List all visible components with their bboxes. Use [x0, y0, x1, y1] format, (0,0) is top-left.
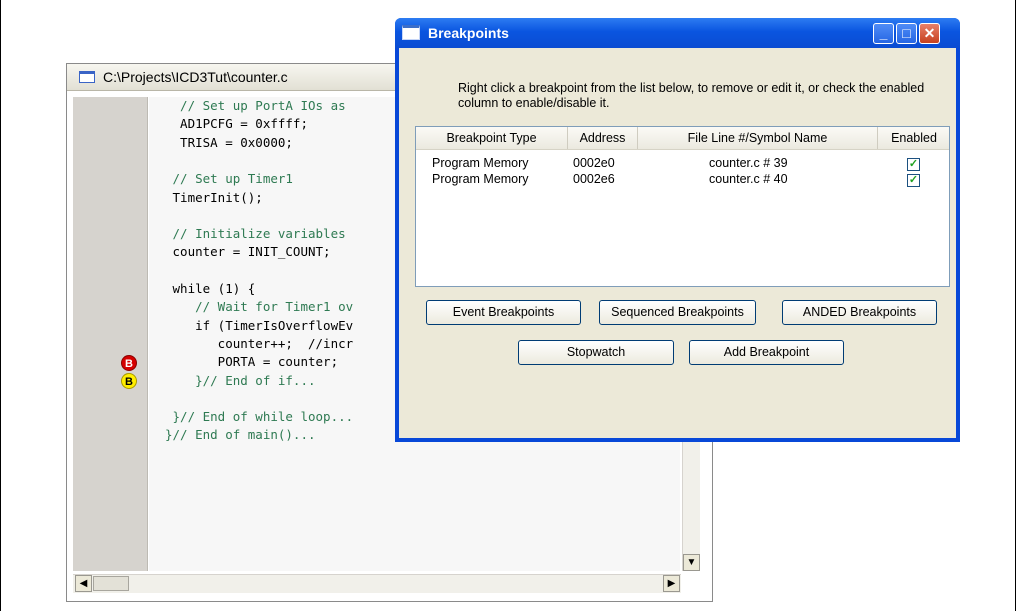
editor-title: C:\Projects\ICD3Tut\counter.c [103, 69, 288, 85]
breakpoint-list[interactable]: Breakpoint Type Address File Line #/Symb… [415, 126, 950, 287]
code-line: // Initialize variables [165, 226, 346, 242]
table-row[interactable]: Program Memory 0002e0 counter.c # 39 ✓ [416, 155, 949, 171]
breakpoints-dialog: Breakpoints _ □ ✕ Right click a breakpoi… [395, 18, 960, 442]
row-type: Program Memory [432, 156, 529, 170]
code-line: while (1) { [165, 281, 256, 296]
list-header: Breakpoint Type Address File Line #/Symb… [416, 127, 949, 150]
code-line: counter = INIT_COUNT; [165, 244, 331, 260]
code-line: AD1PCFG = 0xffff; [165, 116, 308, 132]
code-line: counter++; //incr [165, 335, 354, 351]
code-line: }// End of if... [165, 372, 316, 388]
code-line: // Wait for Timer1 ov [165, 299, 354, 315]
breakpoint-marker-current[interactable]: B [121, 373, 137, 389]
instructions-text: Right click a breakpoint from the list b… [458, 81, 925, 110]
code-line: TRISA = 0x0000; [165, 134, 293, 150]
code-line: // Set up Timer1 [165, 171, 293, 187]
stopwatch-button[interactable]: Stopwatch [518, 340, 674, 365]
sequenced-breakpoints-button[interactable]: Sequenced Breakpoints [599, 300, 756, 325]
row-location: counter.c # 40 [709, 172, 788, 186]
breakpoint-marker-red[interactable]: B [121, 355, 137, 371]
row-address: 0002e0 [573, 156, 615, 170]
row-address: 0002e6 [573, 172, 615, 186]
scroll-thumb[interactable] [93, 576, 129, 591]
code-line: TimerInit(); [165, 189, 263, 205]
scroll-right-icon[interactable]: ▶ [663, 575, 680, 592]
column-header-type[interactable]: Breakpoint Type [416, 127, 568, 149]
dialog-body: Right click a breakpoint from the list b… [399, 48, 956, 438]
close-icon[interactable]: ✕ [919, 23, 940, 44]
maximize-icon[interactable]: □ [896, 23, 917, 44]
code-line: }// End of while loop... [165, 409, 354, 425]
event-breakpoints-button[interactable]: Event Breakpoints [426, 300, 581, 325]
dialog-title: Breakpoints [428, 25, 509, 41]
column-header-location[interactable]: File Line #/Symbol Name [638, 127, 878, 149]
table-row[interactable]: Program Memory 0002e6 counter.c # 40 ✓ [416, 171, 949, 187]
code-line: if (TimerIsOverflowEv [165, 317, 354, 333]
dialog-titlebar[interactable]: Breakpoints _ □ ✕ [395, 18, 960, 48]
horizontal-scrollbar[interactable]: ◀ ▶ [73, 574, 681, 593]
anded-breakpoints-button[interactable]: ANDED Breakpoints [782, 300, 937, 325]
window-icon [402, 25, 420, 40]
column-header-enabled[interactable]: Enabled [878, 127, 950, 149]
code-line: }// End of main()... [165, 427, 316, 443]
scroll-down-icon[interactable]: ▼ [683, 554, 700, 571]
scroll-left-icon[interactable]: ◀ [75, 575, 92, 592]
row-location: counter.c # 39 [709, 156, 788, 170]
code-line: // Set up PortA IOs as [165, 98, 346, 113]
minimize-icon[interactable]: _ [873, 23, 894, 44]
window-icon [79, 71, 95, 83]
column-header-address[interactable]: Address [568, 127, 638, 149]
code-line: PORTA = counter; [165, 354, 339, 370]
enabled-checkbox[interactable]: ✓ [907, 158, 920, 171]
breakpoint-gutter[interactable] [73, 97, 148, 571]
row-type: Program Memory [432, 172, 529, 186]
add-breakpoint-button[interactable]: Add Breakpoint [689, 340, 844, 365]
enabled-checkbox[interactable]: ✓ [907, 174, 920, 187]
